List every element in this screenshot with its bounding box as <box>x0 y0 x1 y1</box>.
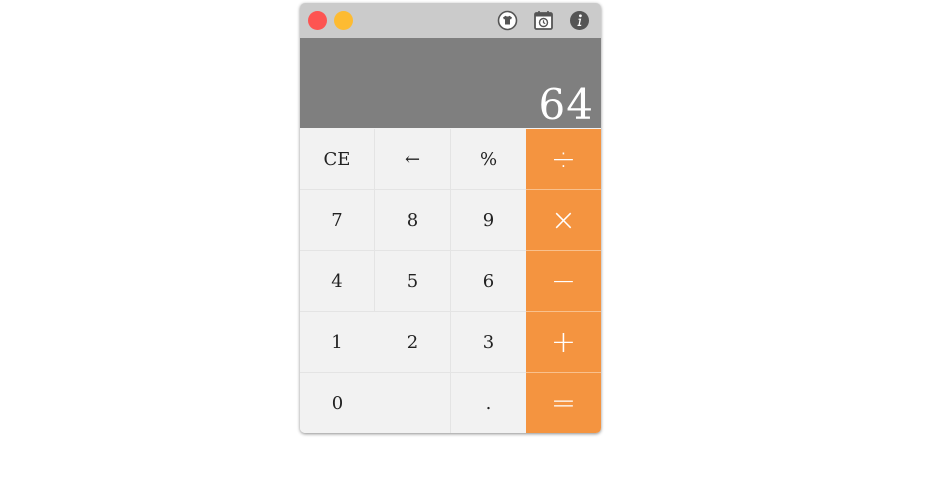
operator-divider <box>526 189 601 190</box>
theme-shirt-icon[interactable] <box>497 10 518 31</box>
decimal-button[interactable]: . <box>451 373 526 433</box>
minimize-button[interactable] <box>334 11 353 30</box>
digit-2-button[interactable]: 2 <box>375 312 450 372</box>
calculator-window: 64 CE ← % ÷ 7 8 9 × 4 5 6 − 1 2 3 + 0 . … <box>300 3 601 433</box>
operator-divider <box>526 250 601 251</box>
digit-7-button[interactable]: 7 <box>300 190 374 250</box>
digit-1-button[interactable]: 1 <box>300 312 374 372</box>
result-display: 64 <box>300 38 601 128</box>
digit-6-button[interactable]: 6 <box>451 251 526 311</box>
title-bar <box>300 3 601 38</box>
subtract-button[interactable]: − <box>526 251 601 311</box>
multiply-button[interactable]: × <box>526 190 601 250</box>
percent-button[interactable]: % <box>451 129 526 189</box>
info-icon[interactable] <box>569 10 590 31</box>
history-icon[interactable] <box>533 10 554 31</box>
operator-divider <box>526 372 601 373</box>
keypad: CE ← % ÷ 7 8 9 × 4 5 6 − 1 2 3 + 0 . = <box>300 129 601 433</box>
close-button[interactable] <box>308 11 327 30</box>
digit-8-button[interactable]: 8 <box>375 190 450 250</box>
backspace-button[interactable]: ← <box>375 129 450 189</box>
divide-button[interactable]: ÷ <box>526 129 601 189</box>
empty-key-slot <box>375 373 450 433</box>
display-value: 64 <box>538 80 594 129</box>
equals-button[interactable]: = <box>526 373 601 433</box>
add-button[interactable]: + <box>526 312 601 372</box>
digit-5-button[interactable]: 5 <box>375 251 450 311</box>
digit-0-button[interactable]: 0 <box>300 373 375 433</box>
clear-entry-button[interactable]: CE <box>300 129 374 189</box>
digit-9-button[interactable]: 9 <box>451 190 526 250</box>
digit-3-button[interactable]: 3 <box>451 312 526 372</box>
digit-4-button[interactable]: 4 <box>300 251 374 311</box>
operator-divider <box>526 311 601 312</box>
